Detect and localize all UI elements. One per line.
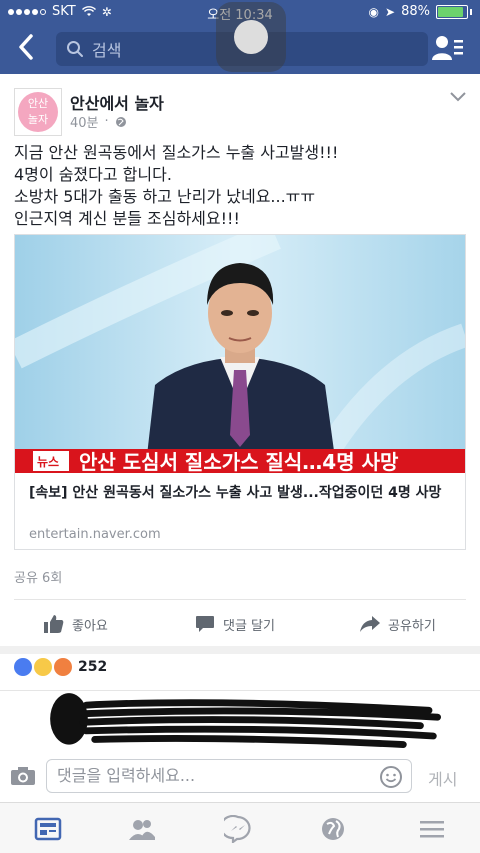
- messenger-icon[interactable]: [224, 815, 252, 843]
- status-right: ◉ ➤ 88%: [369, 4, 472, 19]
- globe-icon: [115, 116, 126, 127]
- post-line: 지금 안산 원곡동에서 질소가스 누출 사고발생!!!: [14, 143, 339, 162]
- angry-reaction-icon: [54, 658, 72, 676]
- friends-icon[interactable]: [128, 815, 156, 843]
- share-label: 공유하기: [388, 618, 436, 634]
- battery-tip: [470, 8, 472, 15]
- post-time[interactable]: 40분: [70, 112, 99, 131]
- search-icon: [67, 41, 83, 57]
- back-arrow-icon[interactable]: [16, 32, 46, 62]
- post-line: 소방차 5대가 출동 하고 난리가 났네요...ㅠㅠ: [14, 187, 316, 206]
- link-title[interactable]: [속보] 안산 원곡동서 질소가스 누출 사고 발생...작업중이던 4명 사망: [29, 483, 453, 503]
- like-reaction-icon: [14, 658, 32, 676]
- assistive-touch-knob: [234, 20, 268, 54]
- share-button[interactable]: 공유하기: [360, 604, 436, 644]
- menu-icon[interactable]: [418, 815, 446, 843]
- reactions-summary[interactable]: 252: [14, 658, 107, 676]
- share-arrow-icon: [360, 616, 380, 632]
- comment-icon: [196, 616, 214, 632]
- battery-percent: 88%: [401, 4, 430, 19]
- post-line: 인근지역 계신 분들 조심하세요!!!: [14, 209, 240, 228]
- post-meta: 40분 ·: [70, 112, 127, 131]
- news-badge: 뉴스: [37, 455, 59, 469]
- sticker-smiley-icon[interactable]: [380, 766, 402, 788]
- page-avatar[interactable]: 안산 놀자: [14, 88, 62, 136]
- like-button[interactable]: 좋아요: [44, 604, 108, 644]
- top-header: SKT ✲ 오전 10:34 ◉ ➤ 88% 검색: [0, 0, 480, 74]
- friend-requests-icon[interactable]: [432, 34, 464, 66]
- assistive-touch-button[interactable]: [216, 2, 286, 72]
- page-avatar-logo: 안산 놀자: [18, 92, 58, 132]
- like-label: 좋아요: [72, 618, 108, 634]
- notifications-globe-icon[interactable]: [319, 815, 347, 843]
- rotation-lock-icon: ◉: [368, 4, 380, 19]
- news-anchor-image[interactable]: 뉴스 안산 도심서 질소가스 질식…4명 사망: [15, 235, 465, 473]
- bottom-tab-bar: [0, 802, 480, 853]
- divider: [14, 599, 466, 600]
- camera-icon[interactable]: [10, 766, 36, 786]
- battery-icon: [436, 4, 468, 19]
- thumbs-up-icon: [44, 615, 64, 633]
- location-arrow-icon: ➤: [385, 4, 396, 19]
- comment-button[interactable]: 댓글 달기: [195, 604, 275, 644]
- redacted-comment: [50, 693, 441, 748]
- meta-separator: ·: [104, 114, 109, 129]
- reaction-count: 252: [78, 659, 108, 675]
- sad-reaction-icon: [34, 658, 52, 676]
- comment-input[interactable]: 댓글을 입력하세요...: [46, 759, 412, 793]
- news-ticker-text: 안산 도심서 질소가스 질식…4명 사망: [79, 450, 399, 473]
- comment-label: 댓글 달기: [223, 618, 275, 634]
- comment-composer: 댓글을 입력하세요... 게시: [0, 752, 480, 800]
- chevron-down-icon[interactable]: [450, 92, 466, 102]
- share-count[interactable]: 공유 6회: [14, 567, 62, 586]
- search-placeholder: 검색: [92, 41, 122, 60]
- section-separator: [0, 646, 480, 654]
- post-body: 지금 안산 원곡동에서 질소가스 누출 사고발생!!! 4명이 숨졌다고 합니다…: [14, 142, 466, 230]
- link-preview-card[interactable]: 뉴스 안산 도심서 질소가스 질식…4명 사망 [속보] 안산 원곡동서 질소가…: [14, 234, 466, 550]
- news-feed-icon[interactable]: [34, 815, 62, 843]
- link-domain: entertain.naver.com: [29, 527, 161, 542]
- post-line: 4명이 숨졌다고 합니다.: [14, 165, 172, 184]
- post-comment-button[interactable]: 게시: [428, 766, 457, 790]
- page-name[interactable]: 안산에서 놀자: [70, 90, 164, 114]
- post-actions: 좋아요 댓글 달기 공유하기: [0, 604, 480, 644]
